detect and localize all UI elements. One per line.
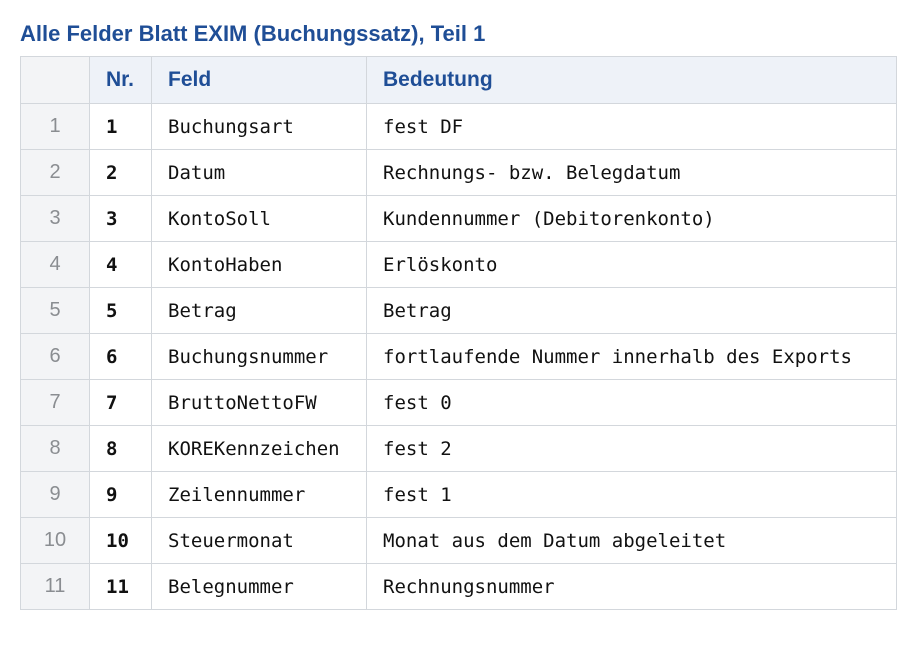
bedeutung-cell: fest 2	[366, 425, 897, 472]
nr-cell: 10	[89, 517, 152, 564]
table-row: 8 8 KOREKennzeichen fest 2	[20, 425, 897, 472]
bedeutung-cell: fest 1	[366, 471, 897, 518]
table-body: 1 1 Buchungsart fest DF 2 2 Datum Rechnungs- bz…	[20, 103, 897, 610]
nr-cell: 2	[89, 149, 152, 196]
row-number-cell: 2	[20, 149, 90, 196]
header-corner-cell	[20, 56, 90, 104]
header-nr: Nr.	[89, 56, 152, 104]
page-title: Alle Felder Blatt EXIM (Buchungssatz), T…	[20, 21, 486, 46]
bedeutung-cell: Betrag	[366, 287, 897, 334]
row-number-cell: 10	[20, 517, 90, 564]
nr-cell: 3	[89, 195, 152, 242]
table-row: 4 4 KontoHaben Erlöskonto	[20, 241, 897, 288]
nr-cell: 6	[89, 333, 152, 380]
row-number-cell: 1	[20, 103, 90, 150]
bedeutung-cell: fortlaufende Nummer innerhalb des Export…	[366, 333, 897, 380]
bedeutung-cell: Rechnungs- bzw. Belegdatum	[366, 149, 897, 196]
feld-cell: BruttoNettoFW	[151, 379, 367, 426]
table-row: 6 6 Buchungsnummer fortlaufende Nummer inne…	[20, 333, 897, 380]
row-number-cell: 4	[20, 241, 90, 288]
table-row: 7 7 BruttoNettoFW fest 0	[20, 379, 897, 426]
bedeutung-cell: fest DF	[366, 103, 897, 150]
nr-cell: 4	[89, 241, 152, 288]
header-bedeutung: Bedeutung	[366, 56, 897, 104]
bedeutung-cell: fest 0	[366, 379, 897, 426]
row-number-cell: 5	[20, 287, 90, 334]
feld-cell: Buchungsart	[151, 103, 367, 150]
bedeutung-cell: Rechnungsnummer	[366, 563, 897, 610]
nr-cell: 7	[89, 379, 152, 426]
feld-cell: KOREKennzeichen	[151, 425, 367, 472]
nr-cell: 9	[89, 471, 152, 518]
feld-cell: Belegnummer	[151, 563, 367, 610]
nr-cell: 11	[89, 563, 152, 610]
row-number-cell: 6	[20, 333, 90, 380]
row-number-cell: 3	[20, 195, 90, 242]
feld-cell: KontoHaben	[151, 241, 367, 288]
feld-cell: KontoSoll	[151, 195, 367, 242]
feld-cell: Buchungsnummer	[151, 333, 367, 380]
bedeutung-cell: Kundennummer (Debitorenkonto)	[366, 195, 897, 242]
feld-cell: Betrag	[151, 287, 367, 334]
table-row: 9 9 Zeilennummer fest 1	[20, 471, 897, 518]
table-row: 11 11 Belegnummer Rechnungsnummer	[20, 563, 897, 610]
row-number-cell: 8	[20, 425, 90, 472]
nr-cell: 1	[89, 103, 152, 150]
feld-cell: Zeilennummer	[151, 471, 367, 518]
table-row: 3 3 KontoSoll Kundennummer (Debitorenkonto)	[20, 195, 897, 242]
nr-cell: 5	[89, 287, 152, 334]
row-number-cell: 9	[20, 471, 90, 518]
nr-cell: 8	[89, 425, 152, 472]
table-header: Nr. Feld Bedeutung	[20, 56, 897, 104]
header-row: Nr. Feld Bedeutung	[20, 56, 897, 104]
table-row: 5 5 Betrag Betrag	[20, 287, 897, 334]
table-row: 2 2 Datum Rechnungs- bzw. Belegdatum	[20, 149, 897, 196]
table-row: 1 1 Buchungsart fest DF	[20, 103, 897, 150]
row-number-cell: 7	[20, 379, 90, 426]
header-feld: Feld	[151, 56, 367, 104]
row-number-cell: 11	[20, 563, 90, 610]
feld-cell: Datum	[151, 149, 367, 196]
bedeutung-cell: Erlöskonto	[366, 241, 897, 288]
feld-cell: Steuermonat	[151, 517, 367, 564]
table-row: 10 10 Steuermonat Monat aus dem Datum abgel…	[20, 517, 897, 564]
fields-table: Nr. Feld Bedeutung 1 1 Buchungsart fest DF 2…	[20, 56, 897, 610]
bedeutung-cell: Monat aus dem Datum abgeleitet	[366, 517, 897, 564]
